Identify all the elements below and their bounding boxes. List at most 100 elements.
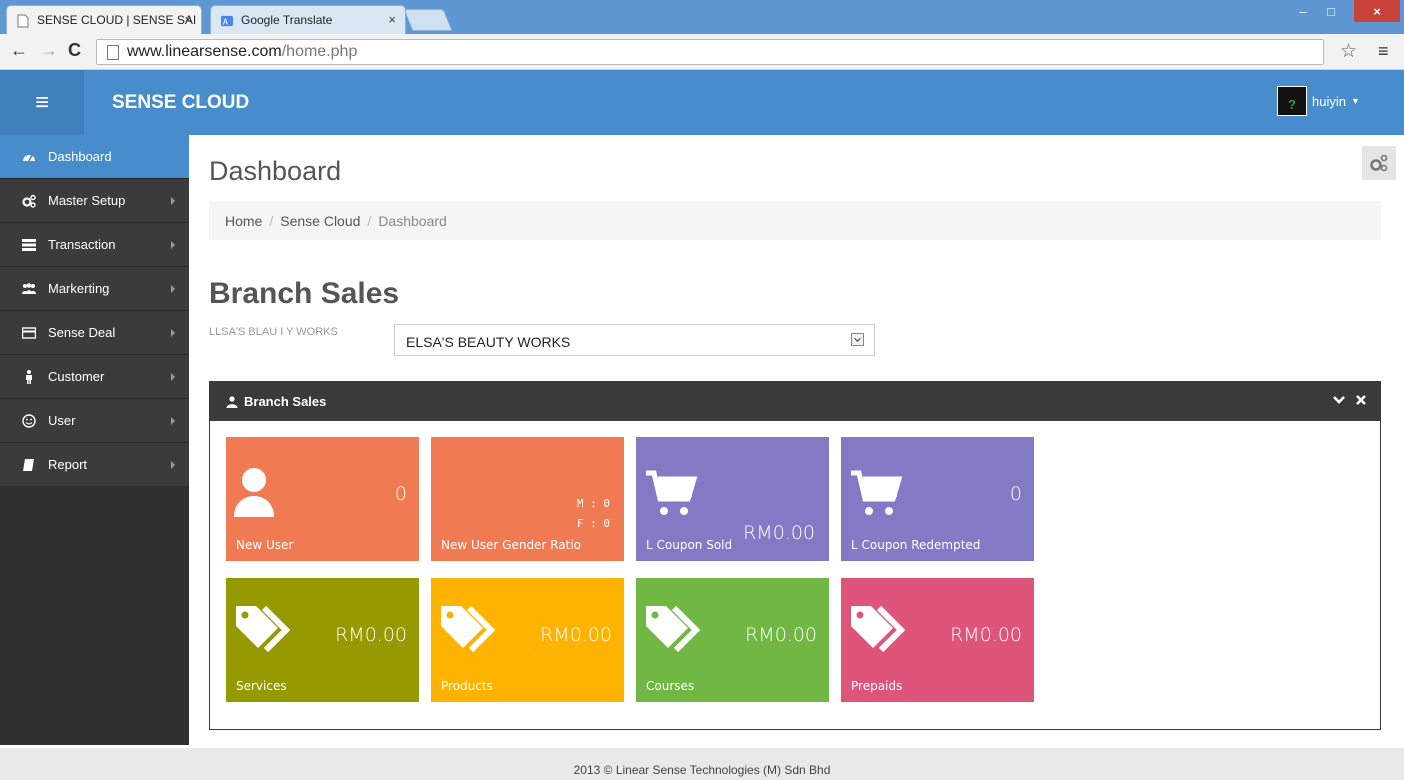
sidebar-item-customer[interactable]: Customer bbox=[0, 355, 189, 399]
smile-icon bbox=[22, 413, 36, 428]
sidebar-item-label: Dashboard bbox=[48, 149, 112, 164]
tab-title: Google Translate bbox=[241, 13, 333, 27]
tile-value: RM0.00 bbox=[743, 522, 815, 544]
chevron-right-icon bbox=[171, 417, 175, 425]
settings-button[interactable] bbox=[1362, 146, 1396, 180]
translate-icon: A bbox=[221, 15, 233, 26]
tile-value: RM0.00 bbox=[745, 624, 817, 646]
url-path: /home.php bbox=[281, 43, 358, 60]
user-icon bbox=[226, 395, 238, 408]
tags-icon bbox=[236, 605, 291, 653]
tile-coupon-sold[interactable]: RM0.00 L Coupon Sold bbox=[636, 437, 829, 561]
page-icon bbox=[107, 45, 119, 60]
url-host: www.linearsense.com bbox=[127, 43, 282, 60]
panel-title: Branch Sales bbox=[244, 394, 327, 409]
breadcrumb-sense-cloud[interactable]: Sense Cloud bbox=[280, 213, 360, 229]
cart-icon bbox=[851, 470, 903, 515]
sidebar-item-label: Markerting bbox=[48, 281, 110, 296]
new-tab-button[interactable] bbox=[403, 9, 453, 31]
chevron-right-icon bbox=[171, 241, 175, 249]
tile-label: Products bbox=[441, 679, 493, 693]
card-icon bbox=[22, 326, 36, 339]
user-icon bbox=[234, 468, 274, 517]
collapse-chevron-icon[interactable] bbox=[1332, 393, 1346, 407]
cogs-icon bbox=[1370, 154, 1388, 172]
browser-tab-sense-cloud[interactable]: SENSE CLOUD | SENSE SAI × bbox=[6, 5, 202, 34]
tile-value: RM0.00 bbox=[950, 624, 1022, 646]
tile-label: New User Gender Ratio bbox=[441, 538, 581, 552]
sidebar-item-markerting[interactable]: Markerting bbox=[0, 267, 189, 311]
breadcrumb-separator: / bbox=[269, 213, 274, 229]
tile-female-count: F : 0 bbox=[576, 517, 610, 530]
user-name: huiyin bbox=[1312, 93, 1346, 109]
tile-label: L Coupon Redempted bbox=[851, 538, 981, 552]
tile-value: 0 bbox=[394, 483, 407, 505]
cart-icon bbox=[646, 470, 698, 515]
tile-label: Prepaids bbox=[851, 679, 903, 693]
browser-tab-bar: SENSE CLOUD | SENSE SAI × A Google Trans… bbox=[0, 0, 1404, 34]
sidebar-item-sense-deal[interactable]: Sense Deal bbox=[0, 311, 189, 355]
close-window-button[interactable]: × bbox=[1354, 0, 1400, 22]
chevron-right-icon bbox=[171, 285, 175, 293]
tile-gender-ratio[interactable]: M : 0 F : 0 New User Gender Ratio bbox=[431, 437, 624, 561]
page-title: Dashboard bbox=[209, 156, 342, 186]
tile-new-user[interactable]: 0 New User bbox=[226, 437, 419, 561]
sidebar-item-dashboard[interactable]: Dashboard bbox=[0, 135, 189, 179]
tile-prepaids[interactable]: RM0.00 Prepaids bbox=[841, 578, 1034, 702]
browser-menu-icon[interactable]: ≡ bbox=[1378, 41, 1389, 62]
section-title: Branch Sales bbox=[209, 277, 400, 310]
branch-label: LLSA'S BLAU I Y WORKS bbox=[209, 326, 338, 338]
sidebar-item-label: Customer bbox=[48, 369, 105, 384]
back-arrow-icon[interactable]: ← bbox=[10, 40, 28, 61]
dashboard-icon bbox=[23, 154, 35, 161]
sidebar-item-label: Transaction bbox=[48, 237, 116, 252]
bookmark-star-icon[interactable]: ☆ bbox=[1340, 40, 1357, 63]
sidebar-item-label: Master Setup bbox=[48, 193, 126, 208]
tab-close-icon[interactable]: × bbox=[388, 12, 396, 27]
sidebar-item-user[interactable]: User bbox=[0, 399, 189, 443]
panel-tools bbox=[1332, 393, 1368, 407]
brand-title: SENSE CLOUD bbox=[112, 92, 250, 113]
tile-label: Courses bbox=[646, 679, 695, 693]
sidebar-item-label: Report bbox=[48, 457, 88, 472]
sidebar-item-report[interactable]: Report bbox=[0, 443, 189, 487]
tile-services[interactable]: RM0.00 Services bbox=[226, 578, 419, 702]
chevron-right-icon bbox=[171, 197, 175, 205]
svg-text:A: A bbox=[223, 17, 229, 26]
breadcrumb-separator: / bbox=[367, 213, 372, 229]
chevron-right-icon bbox=[171, 329, 175, 337]
panel-header: Branch Sales bbox=[210, 382, 1380, 421]
tile-courses[interactable]: RM0.00 Courses bbox=[636, 578, 829, 702]
tile-value: 0 bbox=[1009, 483, 1022, 505]
book-icon bbox=[23, 458, 34, 471]
tile-label: New User bbox=[236, 538, 294, 552]
tile-value: RM0.00 bbox=[335, 624, 407, 646]
user-menu[interactable]: huiyin ▼ bbox=[1277, 86, 1360, 116]
users-icon bbox=[22, 282, 36, 294]
tile-value: RM0.00 bbox=[540, 624, 612, 646]
tile-label: Services bbox=[236, 679, 287, 693]
minimize-button[interactable]: – bbox=[1290, 0, 1316, 22]
maximize-button[interactable]: □ bbox=[1318, 0, 1344, 22]
address-bar[interactable]: www.linearsense.com/home.php bbox=[96, 39, 1324, 65]
tab-close-icon[interactable]: × bbox=[184, 12, 192, 27]
tags-icon bbox=[851, 605, 906, 653]
breadcrumb-home[interactable]: Home bbox=[225, 213, 262, 229]
sidebar-item-transaction[interactable]: Transaction bbox=[0, 223, 189, 267]
tile-coupon-redempted[interactable]: 0 L Coupon Redempted bbox=[841, 437, 1034, 561]
forward-arrow-icon[interactable]: → bbox=[40, 40, 58, 61]
sidebar-item-master-setup[interactable]: Master Setup bbox=[0, 179, 189, 223]
menu-toggle-icon[interactable]: ≡ bbox=[0, 70, 84, 135]
tile-products[interactable]: RM0.00 Products bbox=[431, 578, 624, 702]
server-icon bbox=[22, 238, 36, 251]
close-icon[interactable] bbox=[1354, 393, 1368, 407]
browser-tab-google-translate[interactable]: A Google Translate × bbox=[210, 5, 406, 34]
tab-title: SENSE CLOUD | SENSE SAI bbox=[37, 13, 197, 27]
browser-toolbar: ← → C www.linearsense.com/home.php ☆ ≡ bbox=[0, 34, 1404, 70]
branch-selected-value: ELSA'S BEAUTY WORKS bbox=[406, 334, 571, 350]
chevron-down-icon bbox=[851, 333, 864, 346]
tags-icon bbox=[646, 605, 701, 653]
branch-select[interactable]: ELSA'S BEAUTY WORKS bbox=[394, 324, 875, 356]
reload-icon[interactable]: C bbox=[68, 40, 81, 61]
caret-down-icon: ▼ bbox=[1350, 96, 1360, 106]
